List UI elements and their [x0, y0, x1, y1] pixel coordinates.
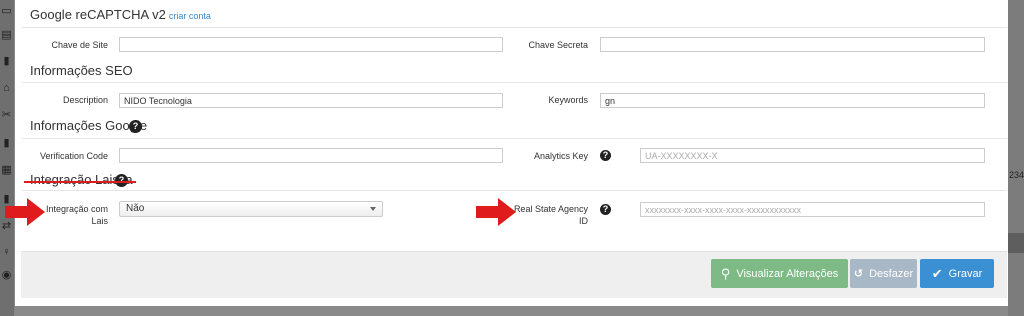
integracao-lais-label: Integração com Lais	[45, 204, 108, 226]
scissors-icon: ✂	[1, 109, 12, 121]
integracao-lais-select[interactable]: Não	[119, 201, 383, 217]
layers-icon: ▤	[1, 29, 12, 41]
analytics-key-input[interactable]	[640, 148, 985, 163]
keywords-label: Keywords	[548, 95, 588, 105]
help-icon[interactable]: ?	[600, 150, 611, 161]
red-arrow-icon	[5, 198, 45, 226]
integracao-lais-selected: Não	[126, 203, 145, 214]
divider	[22, 190, 1007, 191]
save-label: Gravar	[948, 267, 983, 280]
lightbulb-icon: ♀	[2, 246, 11, 258]
undo-button[interactable]: ↺ Desfazer	[850, 259, 917, 288]
background-sidebar: ▭ ▤ ▮ ⌂ ✂ ▮ ▦ ▮ ⇄ ♀ ◉	[0, 0, 14, 316]
keywords-input[interactable]	[600, 93, 985, 108]
check-icon: ✔	[931, 265, 943, 281]
search-icon: ⚲	[720, 265, 731, 281]
divider	[22, 82, 1007, 83]
red-underline-highlight	[24, 181, 136, 183]
undo-icon: ↺	[853, 268, 864, 280]
background-bar	[1008, 233, 1024, 253]
recaptcha-title: Google reCAPTCHA v2	[30, 7, 166, 22]
background-content: 2345	[1008, 0, 1024, 316]
circle-icon: ◉	[1, 269, 12, 281]
seo-section-title: Informações SEO	[30, 63, 133, 78]
calendar-icon: ▦	[1, 164, 12, 176]
chave-site-label: Chave de Site	[51, 40, 108, 50]
chevron-down-icon	[370, 207, 376, 211]
verification-code-input[interactable]	[119, 148, 503, 163]
verification-code-label: Verification Code	[39, 151, 108, 161]
file-icon: ▮	[3, 55, 10, 67]
chave-secreta-label: Chave Secreta	[528, 40, 588, 50]
undo-label: Desfazer	[869, 267, 914, 280]
divider	[22, 138, 1007, 139]
criar-conta-link[interactable]: criar conta	[169, 11, 211, 21]
background-number: 2345	[1009, 170, 1024, 180]
divider	[22, 27, 1007, 28]
description-input[interactable]	[119, 93, 503, 108]
preview-button[interactable]: ⚲ Visualizar Alterações	[711, 259, 848, 288]
agency-id-input[interactable]	[640, 202, 985, 217]
agency-id-label: Real State Agency ID	[513, 204, 588, 226]
document-icon: ▮	[3, 137, 10, 149]
help-icon[interactable]: ?	[129, 120, 142, 133]
recaptcha-section-title: Google reCAPTCHA v2 criar conta	[30, 7, 211, 22]
description-label: Description	[62, 95, 108, 105]
bank-icon: ⌂	[3, 82, 10, 94]
red-arrow-icon	[476, 198, 516, 226]
help-icon[interactable]: ?	[600, 204, 611, 215]
analytics-key-label: Analytics Key	[533, 151, 588, 161]
chave-site-input[interactable]	[119, 37, 503, 52]
preview-label: Visualizar Alterações	[736, 267, 839, 280]
chave-secreta-input[interactable]	[600, 37, 985, 52]
save-button[interactable]: ✔ Gravar	[920, 259, 994, 288]
monitor-icon: ▭	[1, 5, 12, 17]
